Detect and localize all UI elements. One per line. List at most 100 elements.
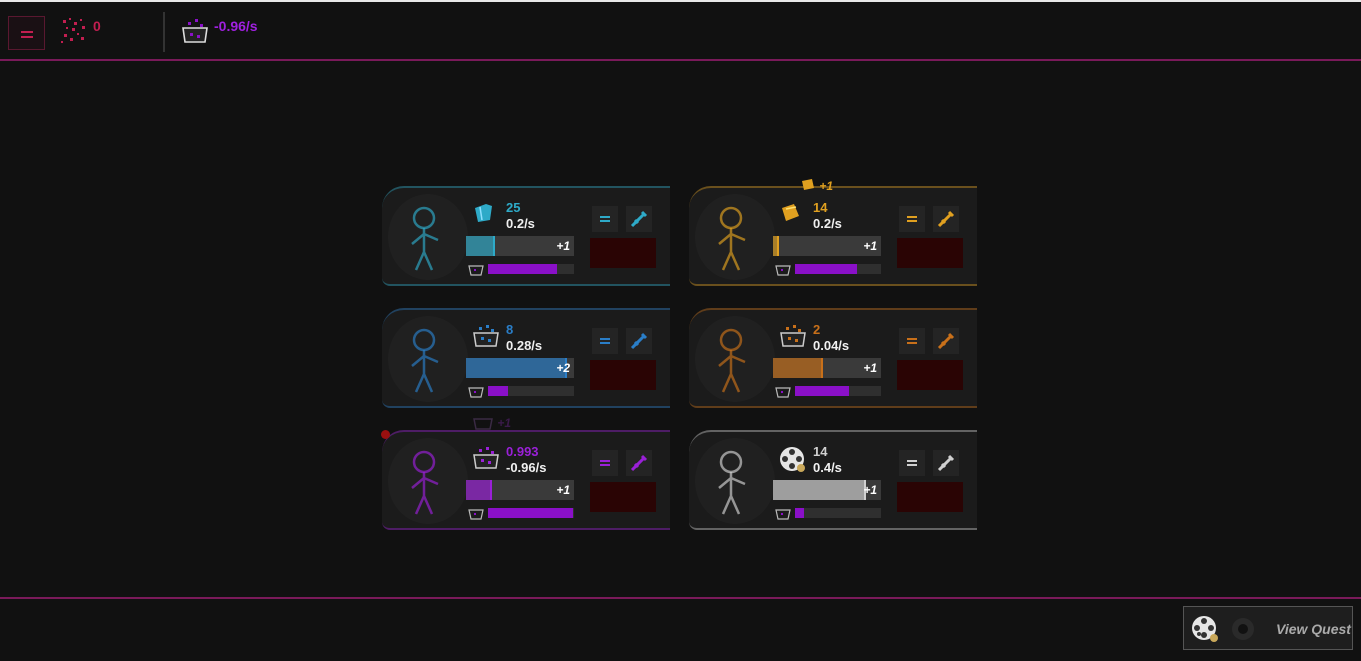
bottom-bar [0,597,1361,661]
consumption-fill [795,386,849,396]
floating-gain-gold: +1 [800,178,833,195]
resource-rate: -0.96/s [506,460,547,475]
cauldron-mini-icon [468,262,484,281]
production-gain-label: +1 [863,239,877,253]
production-progress-fill [466,480,492,500]
worker-card-digger[interactable]: 2 0.04/s +1 [689,308,977,408]
resource-rate: 0.04/s [813,338,850,353]
resource-rate: 0.28/s [506,338,543,353]
sword-button[interactable] [933,206,959,232]
gold-ingot-icon [779,202,803,229]
sword-icon [937,332,955,350]
consumption-bar [488,508,574,518]
purple-cauldron-icon [472,446,500,475]
production-progress-fill [773,358,823,378]
resource-rate: 0.2/s [506,216,535,231]
empty-slot[interactable] [897,360,963,390]
sword-button[interactable] [626,328,652,354]
worker-card-smith[interactable]: 14 0.2/s +1 [689,186,977,286]
production-progress-bar: +1 [773,480,881,500]
production-progress-fill [466,236,495,256]
cauldron-mini-icon [775,384,791,403]
empty-slot[interactable] [590,482,656,512]
cauldron-mini-icon [468,506,484,525]
worker-avatar [388,438,468,524]
gear-icon[interactable] [1230,616,1256,642]
cauldron-mini-icon [775,262,791,281]
blue-gem-icon [472,202,496,229]
consumption-bar [488,386,574,396]
view-quest-button[interactable]: View Quest [1183,606,1353,650]
sword-icon [630,210,648,228]
worker-avatar [695,438,775,524]
cauldron-mini-icon [468,384,484,403]
production-gain-label: +2 [556,361,570,375]
worker-card-director[interactable]: 14 0.4/s +1 [689,430,977,530]
resource-2-rate: -0.96/s [214,18,258,34]
worker-card-builder[interactable]: 25 0.2/s +1 [382,186,670,286]
equalize-button[interactable] [592,328,618,354]
consumption-fill [795,264,857,274]
purple-cauldron-icon [182,19,208,43]
sword-icon [630,454,648,472]
empty-slot[interactable] [897,238,963,268]
equalize-button[interactable] [899,206,925,232]
production-progress-bar: +2 [466,358,574,378]
resource-count: 25 [506,200,521,215]
equalize-button[interactable] [899,450,925,476]
hamburger-icon [21,31,33,33]
notification-dot [381,430,390,439]
pink-particles-icon [61,18,85,43]
empty-slot[interactable] [590,360,656,390]
empty-slot[interactable] [590,238,656,268]
consumption-fill [488,508,573,518]
production-progress-bar: +1 [466,236,574,256]
resource-count: 0.993 [506,444,539,459]
ore-cauldron-icon [472,324,500,353]
consumption-fill [795,508,804,518]
resource-count: 8 [506,322,514,337]
worker-avatar [695,194,775,280]
sword-button[interactable] [933,450,959,476]
worker-avatar [695,316,775,402]
production-progress-bar: +1 [466,480,574,500]
consumption-bar [795,508,881,518]
production-progress-bar: +1 [773,236,881,256]
sword-icon [937,210,955,228]
worker-card-miner[interactable]: 8 0.28/s +2 [382,308,670,408]
copper-ore-icon [779,324,807,353]
stick-figure-brewing-icon [394,444,464,529]
stick-figure-grey-icon [701,444,771,529]
film-reel-icon [1192,616,1218,642]
floating-gain-cauldron: +1 [472,414,511,433]
gold-ingot-icon [802,179,814,190]
stick-figure-with-door-icon [394,200,464,285]
resource-1-value: 0 [93,18,101,34]
production-progress-fill [773,236,779,256]
worker-card-alchemist[interactable]: 0.993 -0.96/s +1 [382,430,670,530]
sword-icon [937,454,955,472]
sword-button[interactable] [626,206,652,232]
stick-figure-at-forge-icon [701,200,771,285]
production-progress-bar: +1 [773,358,881,378]
sword-button[interactable] [933,328,959,354]
sword-button[interactable] [626,450,652,476]
cauldron-mini-icon [775,506,791,525]
resource-count: 14 [813,200,828,215]
equalize-button[interactable] [592,450,618,476]
consumption-fill [488,264,557,274]
menu-button[interactable] [8,16,45,50]
equalize-button[interactable] [592,206,618,232]
resource-count: 14 [813,444,828,459]
production-gain-label: +1 [556,483,570,497]
sword-icon [630,332,648,350]
production-gain-label: +1 [863,483,877,497]
empty-slot[interactable] [897,482,963,512]
equalize-button[interactable] [899,328,925,354]
view-quest-label: View Quest [1276,621,1351,637]
resource-rate: 0.2/s [813,216,842,231]
purple-cauldron-icon [473,418,493,430]
resource-rate: 0.4/s [813,460,842,475]
worker-avatar [388,194,468,280]
stick-figure-with-pickaxe-icon [394,322,464,407]
